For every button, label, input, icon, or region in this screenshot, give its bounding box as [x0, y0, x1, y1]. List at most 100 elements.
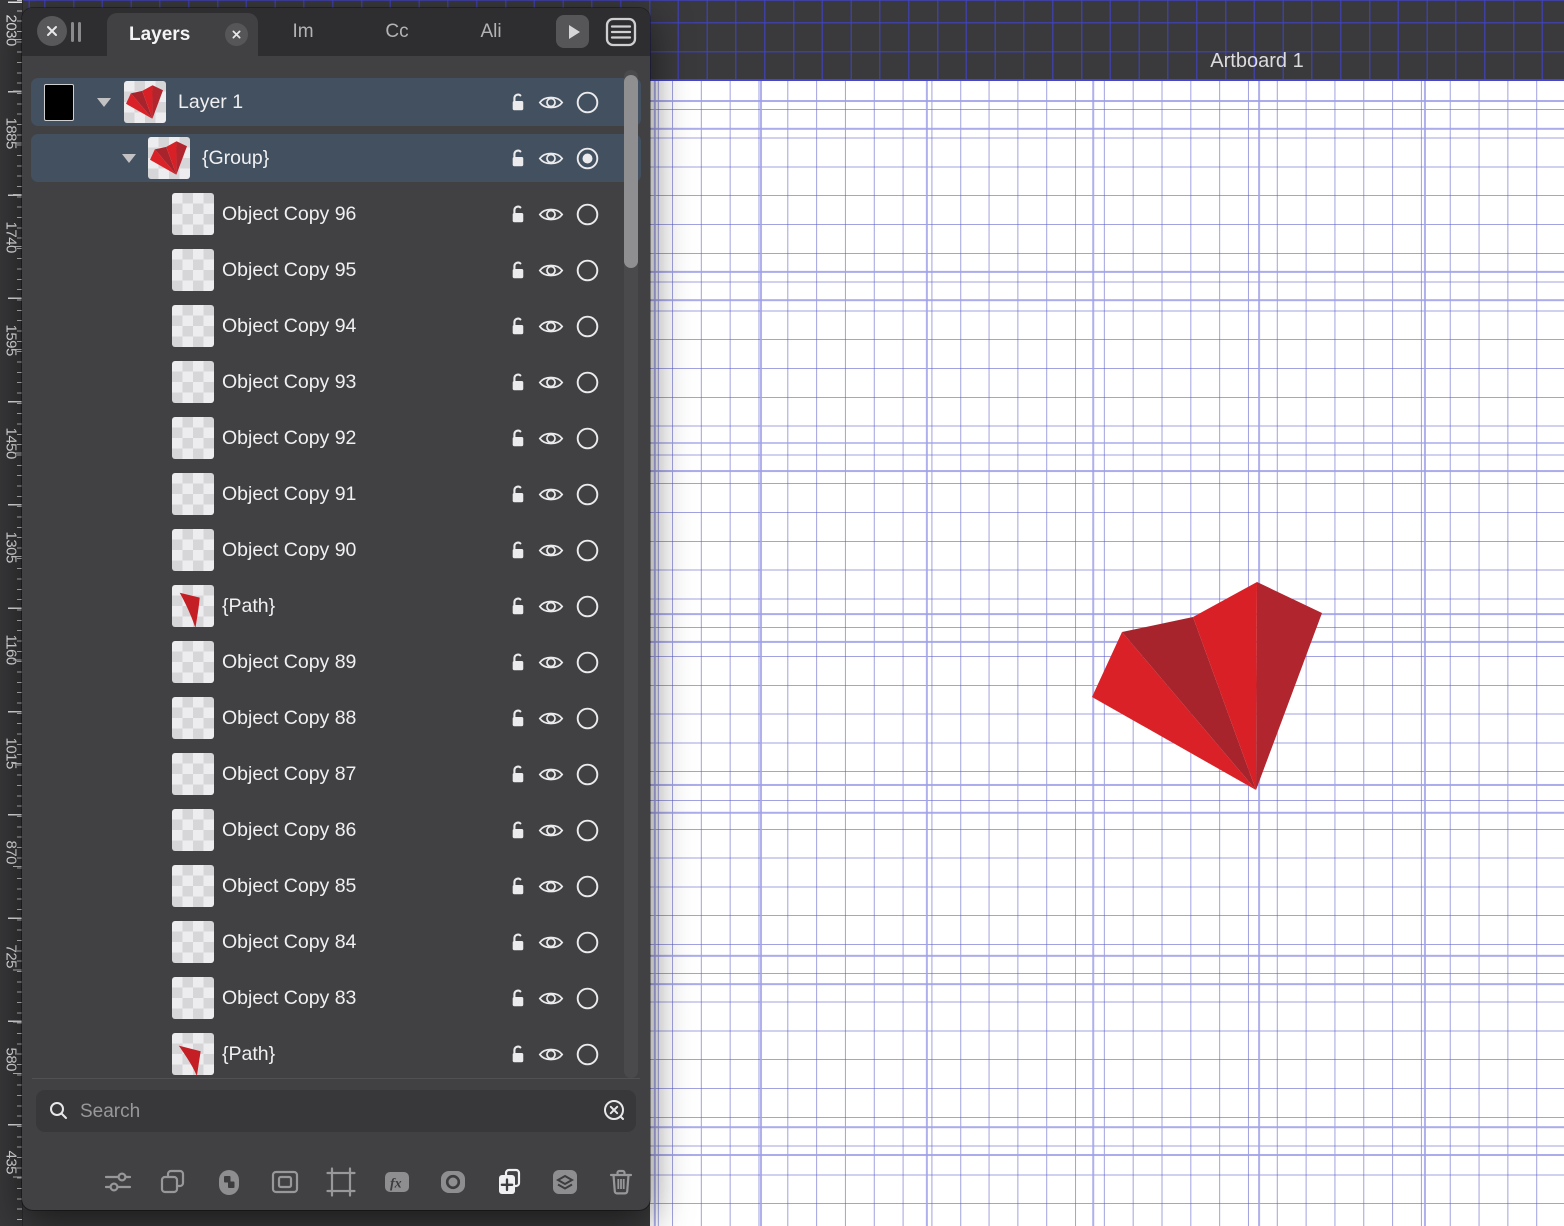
- edit-target-icon[interactable]: [575, 706, 600, 731]
- edit-target-icon[interactable]: [575, 762, 600, 787]
- blend-ranges-button[interactable]: [212, 1165, 246, 1199]
- lock-icon[interactable]: [505, 706, 530, 731]
- layer-thumbnail[interactable]: [172, 809, 214, 851]
- visibility-icon[interactable]: [537, 1043, 565, 1066]
- visibility-icon[interactable]: [537, 371, 565, 394]
- layer-row[interactable]: Object Copy 87: [31, 750, 641, 798]
- visibility-icon[interactable]: [537, 763, 565, 786]
- layer-row[interactable]: Object Copy 85: [31, 862, 641, 910]
- layer-thumbnail[interactable]: [124, 81, 166, 123]
- layer-thumbnail[interactable]: [172, 921, 214, 963]
- red-gem-shape[interactable]: [1092, 582, 1322, 790]
- layer-row[interactable]: {Path}: [31, 1030, 641, 1078]
- lock-icon[interactable]: [505, 370, 530, 395]
- visibility-icon[interactable]: [537, 595, 565, 618]
- tab-close-icon[interactable]: [225, 23, 248, 46]
- edit-target-icon[interactable]: [575, 258, 600, 283]
- fx-button[interactable]: fx: [380, 1165, 414, 1199]
- tab-colour[interactable]: Cc: [367, 8, 427, 56]
- visibility-icon[interactable]: [537, 427, 565, 450]
- layer-thumbnail[interactable]: [172, 529, 214, 571]
- layer-row[interactable]: {Path}: [31, 582, 641, 630]
- lock-icon[interactable]: [505, 762, 530, 787]
- delete-button[interactable]: [604, 1165, 638, 1199]
- layer-thumbnail[interactable]: [172, 417, 214, 459]
- edit-target-icon[interactable]: [575, 370, 600, 395]
- layer-row[interactable]: Object Copy 84: [31, 918, 641, 966]
- edit-target-icon[interactable]: [575, 146, 600, 171]
- add-layer-button[interactable]: [548, 1165, 582, 1199]
- edit-target-icon[interactable]: [575, 874, 600, 899]
- clear-search-icon[interactable]: [602, 1098, 628, 1124]
- visibility-icon[interactable]: [537, 203, 565, 226]
- adjustments-button[interactable]: [101, 1165, 135, 1199]
- lock-icon[interactable]: [505, 1042, 530, 1067]
- layer-row[interactable]: Object Copy 94: [31, 302, 641, 350]
- layer-row[interactable]: Object Copy 88: [31, 694, 641, 742]
- chevron-down-icon[interactable]: [97, 98, 111, 107]
- lock-icon[interactable]: [505, 202, 530, 227]
- tab-image[interactable]: Im: [273, 8, 333, 56]
- edit-target-icon[interactable]: [575, 818, 600, 843]
- lock-icon[interactable]: [505, 874, 530, 899]
- visibility-icon[interactable]: [537, 91, 565, 114]
- panel-drag-handle[interactable]: [71, 22, 83, 42]
- visibility-icon[interactable]: [537, 931, 565, 954]
- layer-row[interactable]: Object Copy 83: [31, 974, 641, 1022]
- layer-thumbnail[interactable]: [172, 865, 214, 907]
- edit-target-icon[interactable]: [575, 90, 600, 115]
- visibility-icon[interactable]: [537, 315, 565, 338]
- panel-menu-button[interactable]: [605, 17, 637, 47]
- visibility-icon[interactable]: [537, 483, 565, 506]
- layer-thumbnail[interactable]: [172, 305, 214, 347]
- add-object-button[interactable]: [492, 1165, 526, 1199]
- lock-icon[interactable]: [505, 426, 530, 451]
- layer-color-swatch[interactable]: [44, 84, 74, 121]
- visibility-icon[interactable]: [537, 259, 565, 282]
- layer-thumbnail[interactable]: [172, 361, 214, 403]
- lock-icon[interactable]: [505, 90, 530, 115]
- lock-icon[interactable]: [505, 930, 530, 955]
- duplicate-button[interactable]: [156, 1165, 190, 1199]
- layer-thumbnail[interactable]: [172, 473, 214, 515]
- mask-button[interactable]: [268, 1165, 302, 1199]
- artboard-title[interactable]: Artboard 1: [1177, 50, 1337, 73]
- lock-icon[interactable]: [505, 650, 530, 675]
- edit-target-icon[interactable]: [575, 202, 600, 227]
- lens-button[interactable]: [436, 1165, 470, 1199]
- layer-row[interactable]: Object Copy 95: [31, 246, 641, 294]
- lock-icon[interactable]: [505, 482, 530, 507]
- lock-icon[interactable]: [505, 146, 530, 171]
- panel-close-button[interactable]: [37, 16, 67, 46]
- layer-row[interactable]: Object Copy 90: [31, 526, 641, 574]
- visibility-icon[interactable]: [537, 707, 565, 730]
- edit-target-icon[interactable]: [575, 986, 600, 1011]
- layer-row[interactable]: Object Copy 91: [31, 470, 641, 518]
- layer-row[interactable]: Object Copy 93: [31, 358, 641, 406]
- visibility-icon[interactable]: [537, 875, 565, 898]
- tab-overflow-button[interactable]: [556, 15, 589, 48]
- edit-target-icon[interactable]: [575, 1042, 600, 1067]
- edit-target-icon[interactable]: [575, 594, 600, 619]
- edit-target-icon[interactable]: [575, 314, 600, 339]
- edit-target-icon[interactable]: [575, 650, 600, 675]
- lock-icon[interactable]: [505, 986, 530, 1011]
- layer-thumbnail[interactable]: [172, 641, 214, 683]
- visibility-icon[interactable]: [537, 651, 565, 674]
- visibility-icon[interactable]: [537, 147, 565, 170]
- clip-canvas-button[interactable]: [324, 1165, 358, 1199]
- layer-row[interactable]: Object Copy 92: [31, 414, 641, 462]
- layer-thumbnail[interactable]: [172, 753, 214, 795]
- layer-thumbnail[interactable]: [172, 585, 214, 627]
- layer-row[interactable]: {Group}: [31, 134, 641, 182]
- facet-right[interactable]: [1256, 582, 1322, 790]
- lock-icon[interactable]: [505, 258, 530, 283]
- layer-thumbnail[interactable]: [172, 193, 214, 235]
- layer-row[interactable]: Object Copy 89: [31, 638, 641, 686]
- layer-row[interactable]: Object Copy 86: [31, 806, 641, 854]
- scrollbar-thumb[interactable]: [624, 75, 638, 268]
- layer-thumbnail[interactable]: [148, 137, 190, 179]
- lock-icon[interactable]: [505, 314, 530, 339]
- edit-target-icon[interactable]: [575, 482, 600, 507]
- tab-layers[interactable]: Layers: [107, 13, 258, 56]
